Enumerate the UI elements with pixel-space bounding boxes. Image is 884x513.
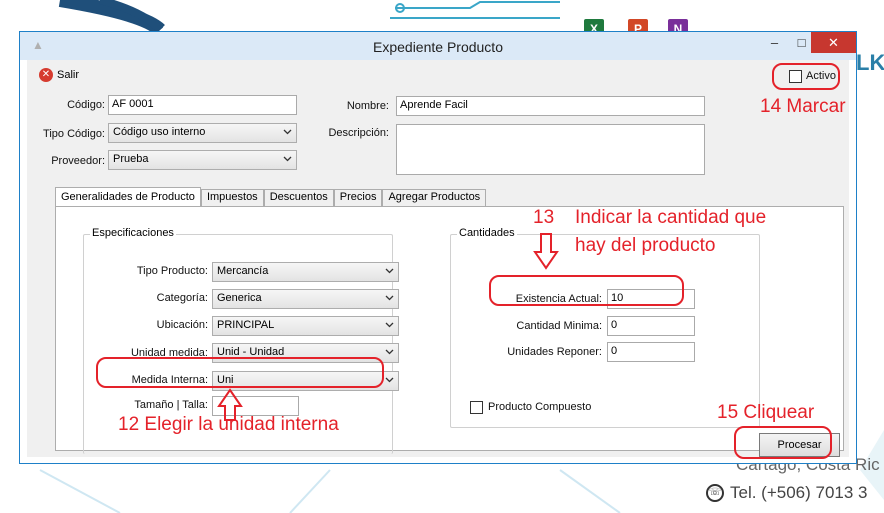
title-bar[interactable]: ▲ Expediente Producto – □ ✕ bbox=[20, 32, 856, 60]
whatsapp-icon: ☏ bbox=[706, 484, 724, 502]
annotation-ring-active bbox=[772, 63, 840, 90]
background-phone: ☏ Tel. (+506) 7013 3 bbox=[706, 483, 868, 503]
composite-checkbox[interactable] bbox=[470, 401, 483, 414]
supplier-select[interactable]: Prueba bbox=[108, 150, 297, 170]
product-window: ▲ Expediente Producto – □ ✕ ✕ Salir Acti… bbox=[19, 31, 857, 464]
background-phone-text: Tel. (+506) 7013 3 bbox=[730, 483, 868, 502]
code-type-value: Código uso interno bbox=[113, 126, 206, 138]
code-type-select[interactable]: Código uso interno bbox=[108, 123, 297, 143]
tab-generalidades[interactable]: Generalidades de Producto bbox=[55, 187, 201, 207]
category-value: Generica bbox=[217, 292, 262, 304]
chevron-down-icon bbox=[385, 349, 394, 355]
chevron-down-icon bbox=[283, 156, 292, 162]
minimize-button[interactable]: – bbox=[761, 32, 788, 53]
code-type-label: Tipo Código: bbox=[43, 128, 105, 140]
annotation-13-line2: hay del producto bbox=[575, 235, 716, 256]
exit-label: Salir bbox=[57, 69, 80, 81]
chevron-down-icon bbox=[385, 322, 394, 328]
description-input[interactable] bbox=[396, 124, 705, 175]
window-title: Expediente Producto bbox=[373, 39, 503, 55]
category-label: Categoría: bbox=[156, 292, 208, 304]
annotation-15: 15 Cliquear bbox=[717, 402, 815, 423]
location-select[interactable]: PRINCIPAL bbox=[212, 316, 399, 336]
code-label: Código: bbox=[67, 99, 105, 111]
tab-strip: Generalidades de Producto Impuestos Desc… bbox=[55, 187, 487, 207]
reorder-label: Unidades Reponer: bbox=[507, 346, 602, 358]
product-type-label: Tipo Producto: bbox=[136, 265, 208, 277]
chevron-down-icon bbox=[385, 295, 394, 301]
location-label: Ubicación: bbox=[156, 319, 208, 331]
background-logo: LK bbox=[856, 50, 884, 75]
annotation-13-line1: Indicar la cantidad que bbox=[575, 207, 767, 228]
min-qty-label: Cantidad Minima: bbox=[516, 320, 602, 332]
size-label: Tamaño | Talla: bbox=[134, 399, 208, 411]
annotation-ring-process bbox=[734, 426, 832, 459]
annotation-13-number: 13 bbox=[533, 207, 555, 228]
code-input[interactable]: AF 0001 bbox=[108, 95, 297, 115]
product-type-select[interactable]: Mercancía bbox=[212, 262, 399, 282]
annotation-ring-internal-measure bbox=[96, 357, 384, 388]
arrow-down-icon bbox=[533, 233, 559, 270]
chevron-down-icon bbox=[385, 268, 394, 274]
exit-button[interactable]: ✕ Salir bbox=[39, 68, 79, 82]
exit-icon: ✕ bbox=[39, 68, 53, 82]
description-label: Descripción: bbox=[328, 127, 389, 139]
supplier-label: Proveedor: bbox=[51, 155, 105, 167]
window-client-area: ✕ Salir Activo Código: AF 0001 Tipo Códi… bbox=[27, 60, 849, 457]
tab-precios[interactable]: Precios bbox=[333, 189, 383, 207]
tab-agregar-productos[interactable]: Agregar Productos bbox=[382, 189, 487, 207]
close-button[interactable]: ✕ bbox=[811, 32, 856, 53]
category-select[interactable]: Generica bbox=[212, 289, 399, 309]
chevron-down-icon bbox=[385, 377, 394, 383]
specs-group-title: Especificaciones bbox=[90, 227, 176, 239]
quantities-group-title: Cantidades bbox=[457, 227, 517, 239]
location-value: PRINCIPAL bbox=[217, 319, 275, 331]
annotation-14: 14 Marcar bbox=[760, 96, 846, 117]
supplier-value: Prueba bbox=[113, 153, 149, 165]
product-type-value: Mercancía bbox=[217, 265, 269, 277]
annotation-12: 12 Elegir la unidad interna bbox=[118, 414, 339, 435]
composite-label: Producto Compuesto bbox=[488, 401, 592, 413]
tab-descuentos[interactable]: Descuentos bbox=[263, 189, 334, 207]
reorder-input[interactable]: 0 bbox=[607, 342, 695, 362]
name-label: Nombre: bbox=[346, 100, 389, 112]
min-qty-input[interactable]: 0 bbox=[607, 316, 695, 336]
annotation-ring-stock bbox=[489, 275, 684, 306]
tab-impuestos[interactable]: Impuestos bbox=[200, 189, 264, 207]
name-input[interactable]: Aprende Facil bbox=[396, 96, 705, 116]
chevron-down-icon bbox=[283, 129, 292, 135]
